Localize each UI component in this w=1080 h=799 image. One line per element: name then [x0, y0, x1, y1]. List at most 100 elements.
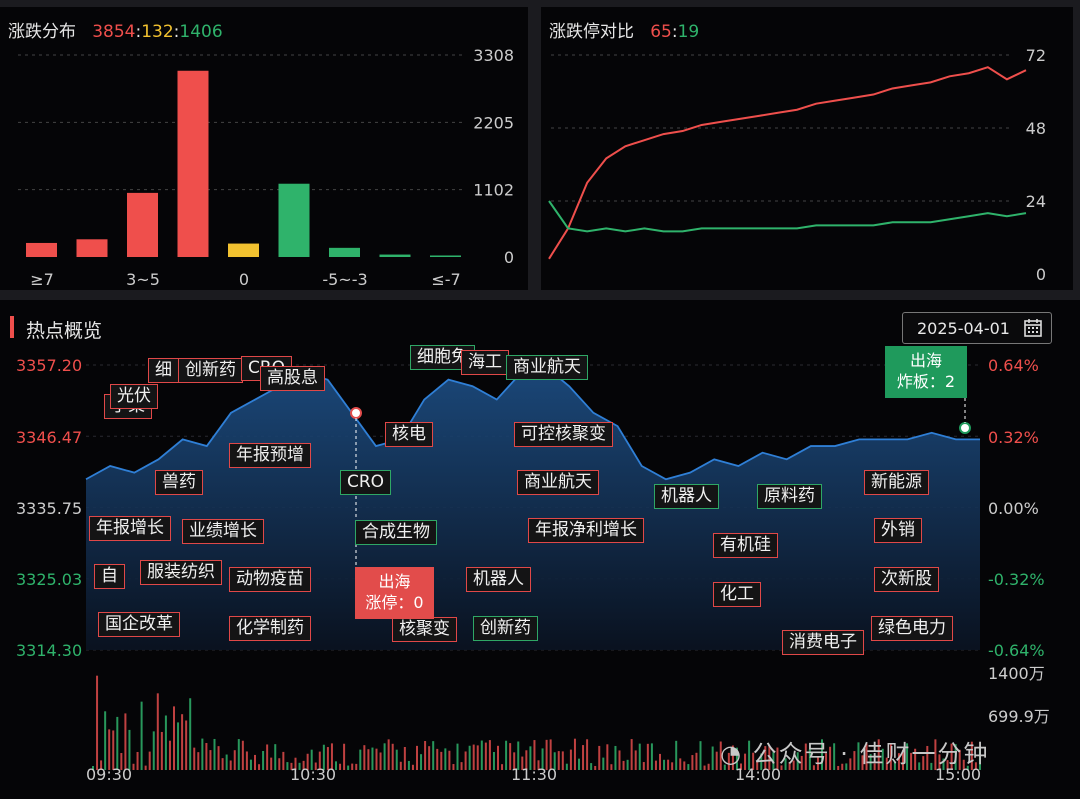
left-axis-label: 3346.47 — [16, 428, 83, 447]
concept-label[interactable]: 化学制药 — [229, 616, 311, 641]
bar — [278, 183, 310, 257]
concept-label[interactable]: 年报增长 — [89, 516, 171, 541]
volume-bar — [699, 741, 702, 770]
volume-bar — [160, 731, 163, 770]
volume-bar — [343, 743, 346, 770]
broken-limit-tag[interactable]: 出海 炸板：2 — [885, 346, 967, 398]
volume-bar — [205, 743, 208, 770]
bar — [430, 255, 461, 257]
left-axis-label: 3314.30 — [16, 641, 83, 660]
concept-label[interactable]: 海工 — [461, 350, 509, 375]
volume-bar — [432, 741, 435, 770]
volume-bar — [286, 762, 289, 770]
concept-label[interactable]: 光伏 — [110, 384, 158, 409]
distribution-chart: 3308 2205 1102 0 ≥7 3~5 0 -5~-3 ≤-7 — [18, 46, 514, 289]
x-tick-label: 3~5 — [126, 270, 160, 289]
limit-up-tag-title: 出海 — [378, 572, 411, 591]
concept-label[interactable]: 绿色电力 — [871, 616, 953, 641]
concept-label[interactable]: 机器人 — [466, 567, 531, 592]
time-axis-label: 11:30 — [511, 765, 558, 784]
concept-label[interactable]: 商业航天 — [506, 355, 588, 380]
concept-label[interactable]: 原料药 — [757, 484, 822, 509]
right-axis-label: -0.32% — [988, 570, 1045, 589]
volume-bar — [565, 763, 568, 770]
volume-bar — [363, 745, 366, 770]
concept-label[interactable]: 细 — [148, 358, 179, 383]
concept-label[interactable]: 核电 — [385, 422, 433, 447]
y-tick-label: 3308 — [473, 46, 514, 65]
bar — [76, 239, 108, 257]
volume-bar — [395, 749, 398, 770]
bar — [228, 243, 259, 257]
concept-label[interactable]: 次新股 — [874, 567, 939, 592]
concept-label[interactable]: 服装纺织 — [140, 560, 222, 585]
volume-bar — [452, 764, 455, 770]
volume-bar — [391, 743, 394, 770]
concept-label[interactable]: 有机硅 — [713, 533, 778, 558]
volume-bar — [116, 716, 119, 770]
concept-label[interactable]: 外销 — [874, 518, 922, 543]
volume-bar — [96, 675, 99, 770]
price-area — [86, 366, 980, 650]
volume-bar — [663, 759, 666, 770]
concept-label[interactable]: 机器人 — [654, 484, 719, 509]
volume-bar — [561, 751, 564, 770]
volume-bar — [213, 738, 216, 770]
volume-bar — [241, 740, 244, 770]
volume-bar — [270, 757, 273, 770]
volume-bar — [614, 745, 617, 770]
volume-bar — [448, 750, 451, 770]
y-tick-label: 0 — [504, 248, 514, 267]
concept-label[interactable]: 创新药 — [178, 358, 243, 383]
volume-bar — [148, 751, 151, 770]
concept-label[interactable]: CRO — [340, 470, 392, 495]
broken-limit-tag-title: 出海 — [909, 351, 942, 370]
concept-label[interactable]: 新能源 — [864, 470, 929, 495]
concept-label[interactable]: 业绩增长 — [182, 519, 264, 544]
volume-bar — [683, 761, 686, 770]
volume-bar — [132, 763, 135, 770]
concept-label[interactable]: 商业航天 — [517, 470, 599, 495]
volume-bar — [387, 739, 390, 770]
concept-label[interactable]: 自 — [94, 564, 125, 589]
concept-label[interactable]: 年报净利增长 — [528, 518, 644, 543]
volume-bar — [476, 745, 479, 770]
volume-bar — [582, 745, 585, 770]
volume-bar — [221, 758, 224, 770]
concept-label[interactable]: 国企改革 — [98, 612, 180, 637]
volume-bar — [189, 698, 192, 770]
concept-label[interactable]: 可控核聚变 — [514, 422, 613, 447]
volume-bar — [606, 744, 609, 770]
limit-up-tag[interactable]: 出海 涨停：0 — [355, 567, 434, 619]
concept-label[interactable]: 年报预增 — [229, 443, 311, 468]
volume-bar — [675, 740, 678, 770]
volume-bar — [173, 706, 175, 770]
volume-bar — [403, 746, 406, 770]
concept-label[interactable]: 高股息 — [260, 366, 325, 391]
y-tick-label: 72 — [1026, 46, 1046, 65]
concept-label[interactable]: 消费电子 — [782, 630, 864, 655]
volume-bar — [667, 759, 670, 770]
volume-bar — [573, 738, 576, 770]
volume-bar — [594, 765, 597, 770]
bar — [177, 70, 209, 257]
concept-label[interactable]: 创新药 — [473, 616, 538, 641]
volume-bar — [671, 762, 674, 770]
concept-label[interactable]: 动物疫苗 — [229, 567, 311, 592]
concept-label[interactable]: 兽药 — [155, 470, 203, 495]
time-axis-label: 10:30 — [290, 765, 337, 784]
concept-label[interactable]: 合成生物 — [355, 520, 437, 545]
volume-bar — [484, 742, 487, 770]
volume-bar — [424, 741, 427, 770]
volume-axis-label: 699.9万 — [988, 707, 1050, 726]
volume-bar — [488, 740, 491, 770]
volume-bar — [610, 764, 613, 770]
bar — [379, 254, 411, 257]
volume-bar — [217, 746, 220, 770]
volume-bar — [428, 746, 431, 770]
concept-label[interactable]: 化工 — [713, 582, 761, 607]
concept-label[interactable]: 核聚变 — [392, 617, 457, 642]
left-axis-label: 3335.75 — [16, 499, 83, 518]
volume-bar — [140, 701, 143, 770]
x-tick-label: ≥7 — [30, 270, 54, 289]
